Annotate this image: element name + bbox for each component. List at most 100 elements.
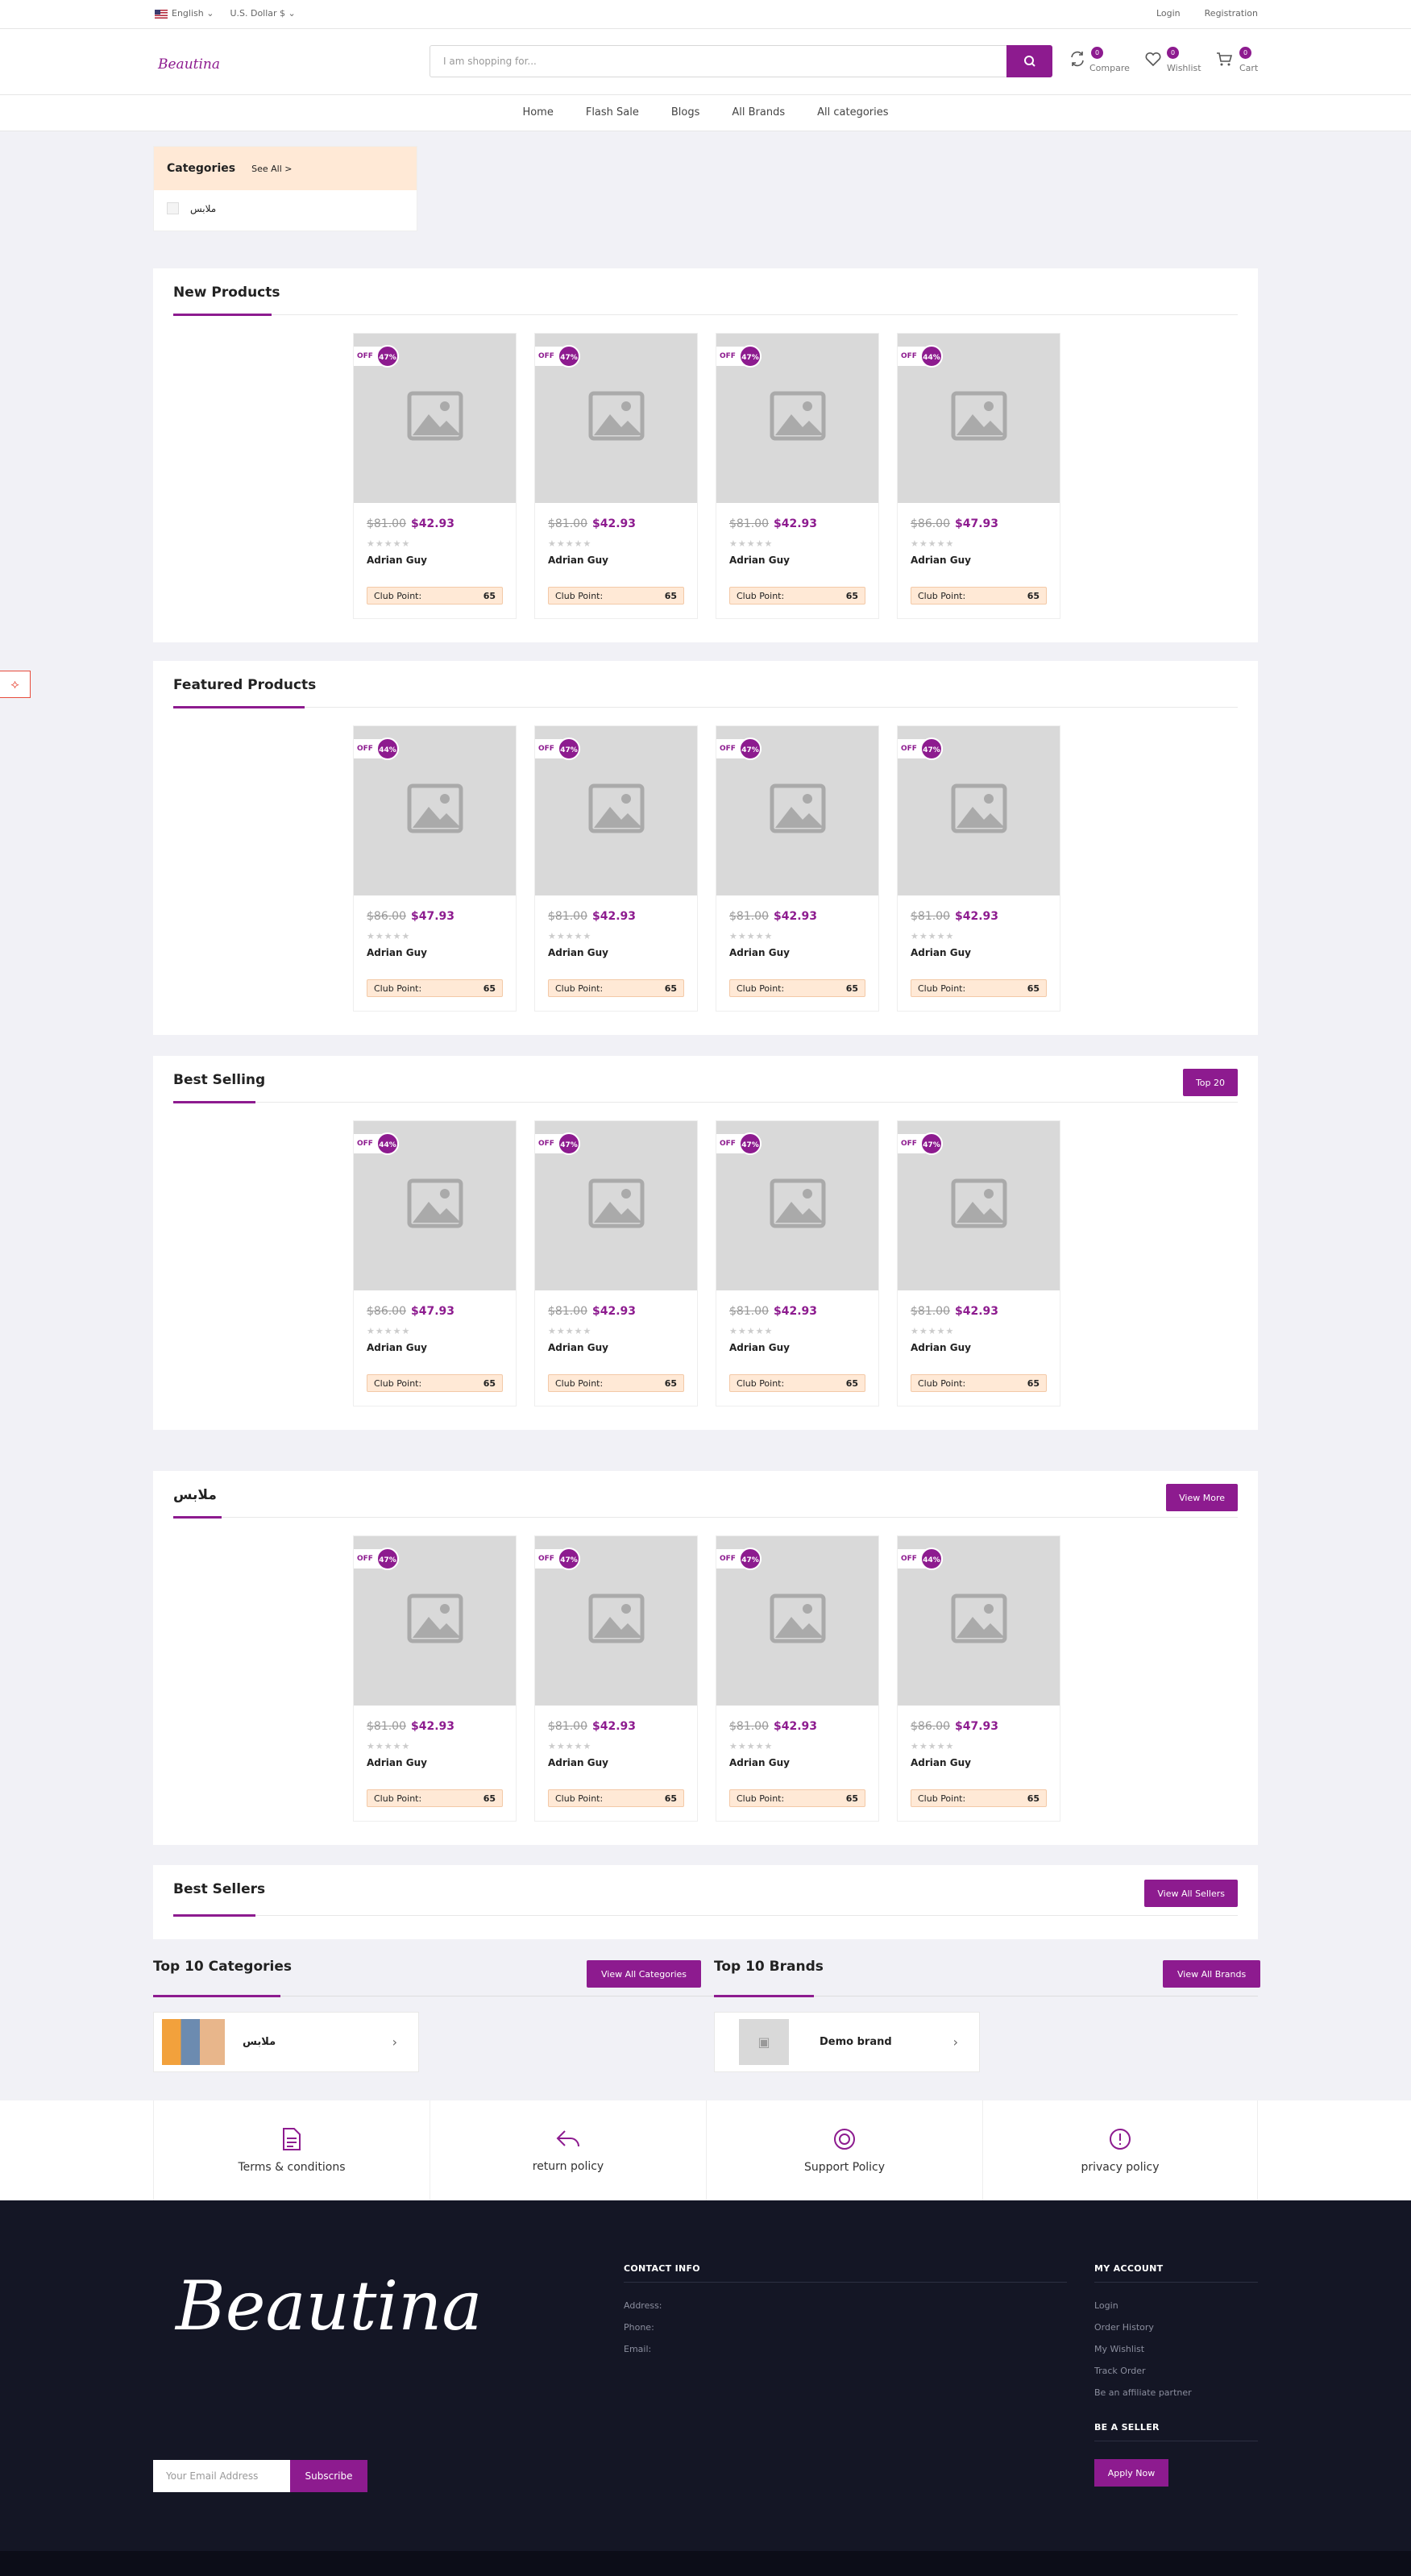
- search-button[interactable]: [1006, 45, 1052, 77]
- view-all-brands-button[interactable]: View All Brands: [1163, 1960, 1261, 1988]
- product-name[interactable]: Adrian Guy: [911, 947, 971, 958]
- product-card[interactable]: OFF 47% $81.00 $42.93 ★★★★★ Adrian Guy Clu…: [534, 333, 698, 619]
- product-image[interactable]: OFF 44%: [898, 1536, 1060, 1706]
- us-flag-icon: [155, 9, 168, 19]
- top-brands-title: Top 10 Brands: [714, 1959, 824, 1975]
- product-section: Best Selling Top 20 OFF 44% $86.00 $47.93 …: [153, 1056, 1258, 1430]
- product-name[interactable]: Adrian Guy: [548, 1342, 608, 1353]
- product-card[interactable]: OFF 47% $81.00 $42.93 ★★★★★ Adrian Guy Clu…: [716, 725, 879, 1012]
- view-all-categories-button[interactable]: View All Categories: [587, 1960, 702, 1988]
- track-order-link[interactable]: Track Order: [1094, 2366, 1258, 2376]
- product-image[interactable]: OFF 47%: [535, 1536, 697, 1706]
- product-card[interactable]: OFF 47% $81.00 $42.93 ★★★★★ Adrian Guy Clu…: [534, 1120, 698, 1406]
- section-button[interactable]: Top 20: [1182, 1069, 1238, 1096]
- category-item[interactable]: ملابس: [154, 190, 417, 226]
- footer-login-link[interactable]: Login: [1094, 2300, 1258, 2311]
- currency-selector[interactable]: U.S. Dollar $ ⌄: [230, 8, 295, 19]
- product-card[interactable]: OFF 47% $81.00 $42.93 ★★★★★ Adrian Guy Clu…: [716, 333, 879, 619]
- product-name[interactable]: Adrian Guy: [367, 555, 427, 566]
- support-policy-link[interactable]: Support Policy: [706, 2100, 982, 2200]
- rating-stars-icon: ★★★★★: [911, 1741, 955, 1751]
- nav-home[interactable]: Home: [522, 106, 553, 131]
- product-card[interactable]: OFF 47% $81.00 $42.93 ★★★★★ Adrian Guy Clu…: [534, 1535, 698, 1822]
- product-image[interactable]: OFF 44%: [354, 726, 516, 895]
- view-all-sellers-button[interactable]: View All Sellers: [1144, 1880, 1238, 1907]
- affiliate-link[interactable]: Be an affiliate partner: [1094, 2387, 1258, 2398]
- product-name[interactable]: Adrian Guy: [367, 1757, 427, 1768]
- product-card[interactable]: OFF 47% $81.00 $42.93 ★★★★★ Adrian Guy Clu…: [353, 1535, 517, 1822]
- top-brand-card[interactable]: ▣ Demo brand ›: [714, 2012, 980, 2072]
- alert-circle-icon: [1110, 2129, 1131, 2150]
- side-laravel-icon[interactable]: ⟡: [0, 671, 31, 698]
- product-card[interactable]: OFF 47% $81.00 $42.93 ★★★★★ Adrian Guy Clu…: [897, 725, 1060, 1012]
- subscribe-button[interactable]: Subscribe: [290, 2460, 367, 2492]
- privacy-policy-link[interactable]: privacy policy: [982, 2100, 1258, 2200]
- product-image[interactable]: OFF 47%: [354, 334, 516, 503]
- product-card[interactable]: OFF 44% $86.00 $47.93 ★★★★★ Adrian Guy Clu…: [353, 1120, 517, 1406]
- see-all-link[interactable]: See All >: [251, 164, 292, 174]
- nav-flash-sale[interactable]: Flash Sale: [586, 106, 639, 131]
- product-image[interactable]: OFF 44%: [354, 1121, 516, 1290]
- product-image[interactable]: OFF 47%: [535, 726, 697, 895]
- language-selector[interactable]: English ⌄: [155, 8, 214, 19]
- product-name[interactable]: Adrian Guy: [729, 947, 790, 958]
- product-name[interactable]: Adrian Guy: [729, 1342, 790, 1353]
- product-card[interactable]: OFF 47% $81.00 $42.93 ★★★★★ Adrian Guy Clu…: [534, 725, 698, 1012]
- product-price: $81.00 $42.93: [729, 517, 818, 530]
- product-image[interactable]: OFF 47%: [354, 1536, 516, 1706]
- product-card[interactable]: OFF 47% $81.00 $42.93 ★★★★★ Adrian Guy Clu…: [716, 1120, 879, 1406]
- product-card[interactable]: OFF 47% $81.00 $42.93 ★★★★★ Adrian Guy Clu…: [716, 1535, 879, 1822]
- return-policy-link[interactable]: return policy: [430, 2100, 706, 2200]
- product-name[interactable]: Adrian Guy: [367, 1342, 427, 1353]
- discount-badge: OFF 44%: [898, 1548, 943, 1570]
- product-name[interactable]: Adrian Guy: [911, 1757, 971, 1768]
- product-image[interactable]: OFF 47%: [898, 1121, 1060, 1290]
- top-category-card[interactable]: ملابس ›: [153, 2012, 419, 2072]
- email-field[interactable]: Your Email Address: [153, 2460, 290, 2492]
- product-image[interactable]: OFF 47%: [535, 334, 697, 503]
- product-name[interactable]: Adrian Guy: [548, 947, 608, 958]
- product-grid: OFF 47% $81.00 $42.93 ★★★★★ Adrian Guy Clu…: [353, 333, 1060, 619]
- product-price: $81.00 $42.93: [911, 1305, 999, 1318]
- product-name[interactable]: Adrian Guy: [911, 555, 971, 566]
- product-name[interactable]: Adrian Guy: [367, 947, 427, 958]
- product-image[interactable]: OFF 47%: [716, 726, 878, 895]
- site-logo[interactable]: Beautina: [158, 56, 220, 73]
- registration-link[interactable]: Registration: [1205, 8, 1258, 19]
- product-image[interactable]: OFF 47%: [898, 726, 1060, 895]
- product-price: $81.00 $42.93: [367, 1720, 455, 1733]
- product-card[interactable]: OFF 44% $86.00 $47.93 ★★★★★ Adrian Guy Clu…: [897, 1535, 1060, 1822]
- product-price: $81.00 $42.93: [367, 517, 455, 530]
- product-card[interactable]: OFF 44% $86.00 $47.93 ★★★★★ Adrian Guy Clu…: [897, 333, 1060, 619]
- product-image[interactable]: OFF 47%: [716, 1536, 878, 1706]
- product-image[interactable]: OFF 44%: [898, 334, 1060, 503]
- image-placeholder-icon: [770, 783, 826, 833]
- nav-all-brands[interactable]: All Brands: [732, 106, 785, 131]
- product-image[interactable]: OFF 47%: [535, 1121, 697, 1290]
- my-wishlist-link[interactable]: My Wishlist: [1094, 2344, 1258, 2354]
- terms-link[interactable]: Terms & conditions: [153, 2100, 430, 2200]
- product-name[interactable]: Adrian Guy: [911, 1342, 971, 1353]
- product-name[interactable]: Adrian Guy: [729, 555, 790, 566]
- rating-stars-icon: ★★★★★: [548, 931, 592, 941]
- product-name[interactable]: Adrian Guy: [729, 1757, 790, 1768]
- footer-bottom-bar: [0, 2551, 1411, 2576]
- rating-stars-icon: ★★★★★: [548, 538, 592, 549]
- search-input[interactable]: I am shopping for...: [430, 45, 1052, 77]
- nav-blogs[interactable]: Blogs: [671, 106, 700, 131]
- product-card[interactable]: OFF 47% $81.00 $42.93 ★★★★★ Adrian Guy Clu…: [353, 333, 517, 619]
- product-name[interactable]: Adrian Guy: [548, 1757, 608, 1768]
- product-card[interactable]: OFF 47% $81.00 $42.93 ★★★★★ Adrian Guy Clu…: [897, 1120, 1060, 1406]
- product-name[interactable]: Adrian Guy: [548, 555, 608, 566]
- login-link[interactable]: Login: [1156, 8, 1181, 19]
- section-button[interactable]: View More: [1166, 1484, 1238, 1511]
- apply-now-button[interactable]: Apply Now: [1094, 2459, 1168, 2487]
- nav-all-categories[interactable]: All categories: [817, 106, 888, 131]
- image-placeholder-icon: [588, 1178, 645, 1228]
- product-card[interactable]: OFF 44% $86.00 $47.93 ★★★★★ Adrian Guy Clu…: [353, 725, 517, 1012]
- order-history-link[interactable]: Order History: [1094, 2322, 1258, 2333]
- club-point-badge: Club Point: 65: [729, 979, 865, 997]
- search-icon: [1023, 56, 1035, 67]
- product-image[interactable]: OFF 47%: [716, 334, 878, 503]
- product-image[interactable]: OFF 47%: [716, 1121, 878, 1290]
